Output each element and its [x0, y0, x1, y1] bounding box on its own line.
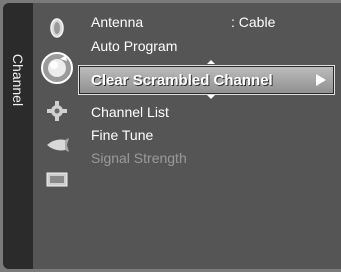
menu-item-label: Clear Scrambled Channel [91, 72, 273, 89]
menu-item-label: Signal Strength [91, 150, 187, 166]
menu-icon-column [33, 3, 81, 269]
menu-item-label: Fine Tune [91, 127, 154, 143]
menu-item-fine-tune[interactable]: Fine Tune [81, 124, 341, 146]
right-arrow-icon [316, 74, 326, 86]
input-icon[interactable] [45, 136, 69, 154]
scroll-down-indicator [207, 95, 215, 99]
menu-item-label: Auto Program [91, 38, 178, 54]
menu-category-tab: Channel [3, 3, 33, 269]
picture-icon[interactable] [48, 17, 66, 39]
menu-item-antenna[interactable]: Antenna : Cable [81, 11, 341, 33]
menu-item-signal-strength: Signal Strength [81, 147, 341, 169]
menu-category-title: Channel [10, 53, 26, 107]
menu-item-channel-list[interactable]: Channel List [81, 101, 341, 123]
channel-menu: Antenna : Cable Auto Program Clear Scram… [78, 3, 341, 269]
menu-item-label: Antenna [91, 14, 144, 30]
tv-menu-screen: Channel Antenna: Cable Auto Program Cle… [0, 0, 341, 272]
antenna-value: : Cable [231, 14, 276, 30]
channel-icon[interactable] [40, 51, 74, 85]
menu-item-auto-program[interactable]: Auto Program [81, 35, 341, 57]
menu-item-label: Channel List [91, 104, 169, 120]
scroll-up-indicator [207, 60, 215, 64]
setup-icon[interactable] [46, 100, 68, 122]
application-icon[interactable] [46, 171, 68, 189]
menu-item-clear-scrambled-channel[interactable]: Clear Scrambled Channel [78, 65, 335, 95]
